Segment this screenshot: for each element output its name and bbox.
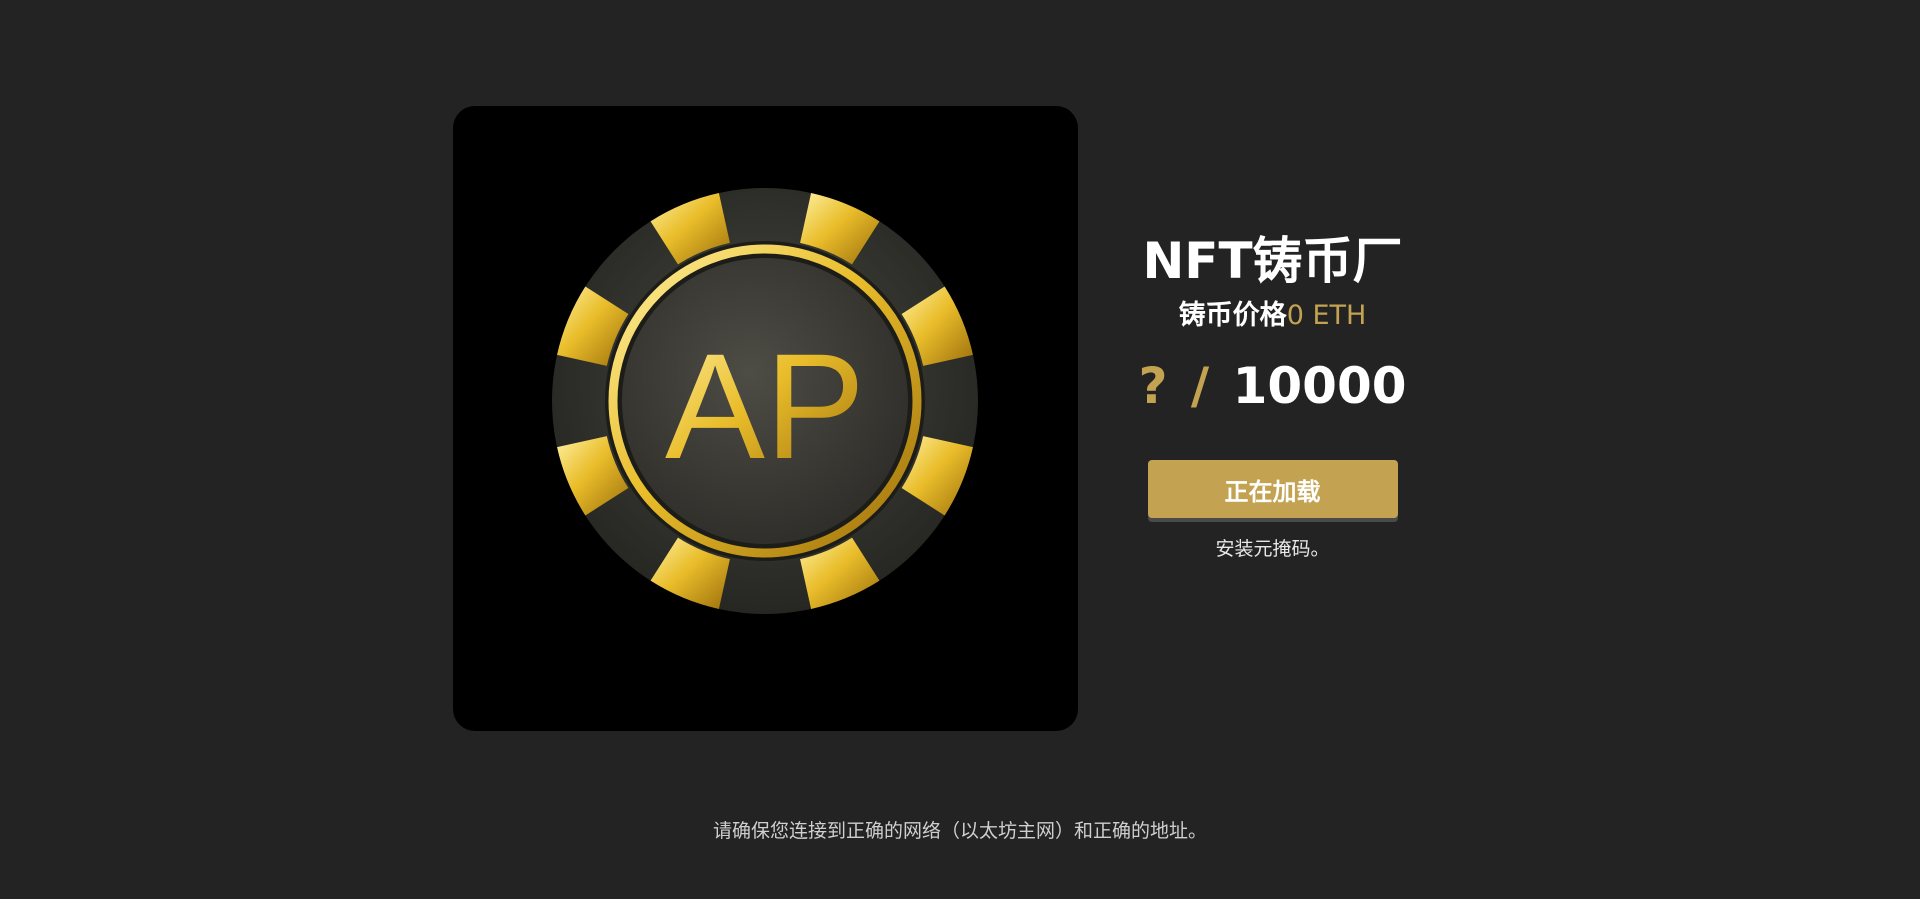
mint-info-panel: NFT铸币厂 铸币价格0 ETH ? / 10000 正在加载 安装元掩码。	[1100, 220, 1445, 562]
counter-separator: /	[1190, 357, 1210, 415]
mint-counter: ? / 10000	[1100, 356, 1445, 416]
poker-chip-icon: AP	[552, 188, 978, 614]
mint-price-label: 铸币价格	[1178, 300, 1287, 331]
mint-page: AP NFT铸币厂 铸币价格0 ETH ? / 10000 正在加载 安装元掩码…	[0, 0, 1920, 899]
mint-button[interactable]: 正在加载	[1147, 460, 1398, 518]
total-supply: 10000	[1232, 357, 1407, 415]
nft-preview-image: AP	[453, 106, 1078, 731]
install-metamask-note: 安装元掩码。	[1215, 538, 1330, 560]
page-title: NFT铸币厂	[1142, 232, 1403, 290]
chip-logo-text: AP	[665, 322, 865, 490]
mint-price-value: 0 ETH	[1286, 300, 1367, 331]
mint-price: 铸币价格0 ETH	[1100, 298, 1445, 334]
minted-count: ?	[1138, 357, 1168, 415]
network-warning: 请确保您连接到正确的网络（以太坊主网）和正确的地址。	[712, 820, 1207, 842]
